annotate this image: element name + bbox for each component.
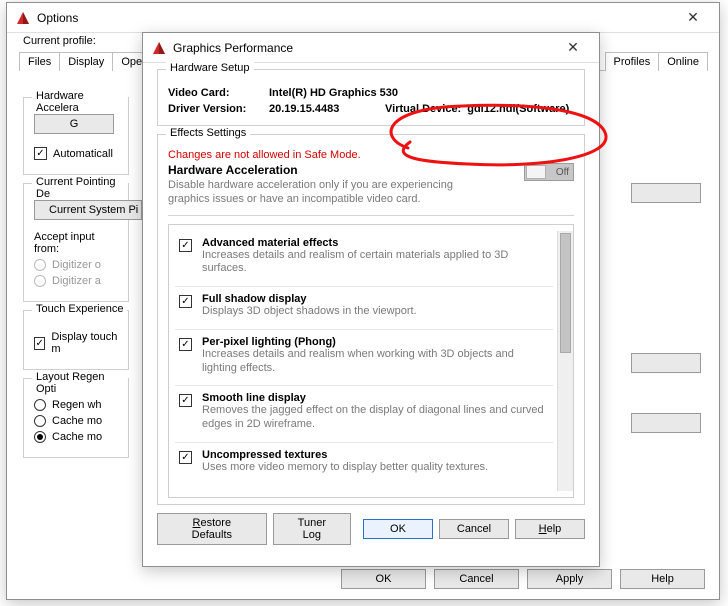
hwaccel-toggle[interactable]: Off xyxy=(524,163,574,181)
group-touch: Touch Experience ✓Display touch m xyxy=(23,310,129,370)
options-button-row: OK Cancel Apply Help xyxy=(341,569,705,589)
virtual-device-value: gdi12.hdi(Software) xyxy=(467,103,569,115)
effect-checkbox[interactable]: ✓ xyxy=(179,239,192,252)
effect-checkbox[interactable]: ✓ xyxy=(179,338,192,351)
virtual-device-label: Virtual Device: xyxy=(385,103,461,115)
effect-item: ✓ Full shadow displayDisplays 3D object s… xyxy=(175,287,553,330)
radio-cache-2[interactable]: Cache mo xyxy=(34,431,118,443)
effect-item: ✓ Per-pixel lighting (Phong)Increases det… xyxy=(175,330,553,387)
hardware-setup-group: Hardware Setup Video Card: Intel(R) HD G… xyxy=(157,69,585,126)
effect-title: Advanced material effects xyxy=(202,237,547,249)
options-close-button[interactable]: ✕ xyxy=(673,4,713,32)
effect-title: Smooth line display xyxy=(202,392,547,404)
options-cancel-button[interactable]: Cancel xyxy=(434,569,519,589)
effect-title: Per-pixel lighting (Phong) xyxy=(202,336,547,348)
graphics-performance-dialog: Graphics Performance ✕ Hardware Setup Vi… xyxy=(142,32,600,567)
app-icon xyxy=(151,40,167,56)
tuner-log-button[interactable]: Tuner Log xyxy=(273,513,351,545)
gfx-title: Graphics Performance xyxy=(173,41,293,55)
effects-settings-group: Effects Settings Changes are not allowed… xyxy=(157,134,585,505)
effect-checkbox[interactable]: ✓ xyxy=(179,295,192,308)
radio-digitizer-1: Digitizer o xyxy=(34,259,118,271)
touch-check[interactable]: ✓Display touch m xyxy=(34,331,118,355)
hwaccel-button[interactable]: G xyxy=(34,114,114,134)
effect-description: Displays 3D object shadows in the viewpo… xyxy=(202,305,417,319)
group-hwaccel: Hardware Accelera G ✓Automaticall xyxy=(23,97,129,175)
driver-version-label: Driver Version: xyxy=(168,103,263,115)
group-pointing-legend: Current Pointing De xyxy=(32,176,128,200)
radio-digitizer-2: Digitizer a xyxy=(34,275,118,287)
current-profile-label: Current profile: xyxy=(23,35,96,47)
group-layout-legend: Layout Regen Opti xyxy=(32,371,128,395)
hwaccel-description: Disable hardware acceleration only if yo… xyxy=(168,179,488,207)
options-title: Options xyxy=(37,11,78,25)
obscured-button-1[interactable] xyxy=(631,183,701,203)
tab-files[interactable]: Files xyxy=(19,52,60,71)
gfx-help-label: elp xyxy=(547,523,562,535)
driver-version-value: 20.19.15.4483 xyxy=(269,103,379,115)
group-hwaccel-legend: Hardware Accelera xyxy=(32,90,128,114)
auto-check[interactable]: ✓Automaticall xyxy=(34,147,118,160)
group-touch-legend: Touch Experience xyxy=(32,303,127,315)
options-apply-button[interactable]: Apply xyxy=(527,569,612,589)
effect-item: ✓ Advanced material effectsIncreases deta… xyxy=(175,231,553,288)
tab-online[interactable]: Online xyxy=(658,52,708,71)
effect-item: ✓ Smooth line displayRemoves the jagged e… xyxy=(175,386,553,443)
tab-display[interactable]: Display xyxy=(59,52,113,71)
restore-defaults-button[interactable]: Restore Defaults xyxy=(157,513,267,545)
options-ok-button[interactable]: OK xyxy=(341,569,426,589)
group-layout: Layout Regen Opti Regen wh Cache mo Cach… xyxy=(23,378,129,458)
group-pointing: Current Pointing De Current System Pi Ac… xyxy=(23,183,129,302)
accept-input-label: Accept input from: xyxy=(34,231,118,255)
video-card-label: Video Card: xyxy=(168,87,263,99)
scrollbar-thumb[interactable] xyxy=(560,233,571,353)
pointing-button[interactable]: Current System Pi xyxy=(34,200,142,220)
hardware-setup-legend: Hardware Setup xyxy=(166,62,254,74)
effect-description: Increases details and realism when worki… xyxy=(202,348,547,376)
effects-scrollbar[interactable] xyxy=(557,231,573,491)
options-help-button[interactable]: Help xyxy=(620,569,705,589)
safe-mode-warning: Changes are not allowed in Safe Mode. xyxy=(168,149,574,161)
gfx-titlebar: Graphics Performance ✕ xyxy=(143,33,599,63)
obscured-button-2[interactable] xyxy=(631,353,701,373)
radio-cache-1[interactable]: Cache mo xyxy=(34,415,118,427)
radio-regen[interactable]: Regen wh xyxy=(34,399,118,411)
gfx-close-button[interactable]: ✕ xyxy=(553,34,593,62)
effect-title: Uncompressed textures xyxy=(202,449,488,461)
options-titlebar: Options ✕ xyxy=(7,3,719,33)
video-card-value: Intel(R) HD Graphics 530 xyxy=(269,87,398,99)
effect-checkbox[interactable]: ✓ xyxy=(179,394,192,407)
obscured-button-3[interactable] xyxy=(631,413,701,433)
effect-description: Removes the jagged effect on the display… xyxy=(202,404,547,432)
toggle-label: Off xyxy=(556,167,569,178)
effect-item: ✓ Uncompressed texturesUses more video me… xyxy=(175,443,553,485)
tab-profiles[interactable]: Profiles xyxy=(605,52,660,71)
effects-list: ✓Advanced material effectsIncreases deta… xyxy=(175,231,553,491)
effects-list-container: ✓Advanced material effectsIncreases deta… xyxy=(168,224,574,498)
effect-description: Increases details and realism of certain… xyxy=(202,249,547,277)
gfx-button-row: Restore Defaults Tuner Log OK Cancel Hel… xyxy=(157,513,585,545)
effect-description: Uses more video memory to display better… xyxy=(202,461,488,475)
hwaccel-title: Hardware Acceleration xyxy=(168,163,524,177)
gfx-help-button[interactable]: Help xyxy=(515,519,585,539)
effect-checkbox[interactable]: ✓ xyxy=(179,451,192,464)
effect-title: Full shadow display xyxy=(202,293,417,305)
effects-legend: Effects Settings xyxy=(166,127,250,139)
gfx-cancel-button[interactable]: Cancel xyxy=(439,519,509,539)
app-icon xyxy=(15,10,31,26)
gfx-ok-button[interactable]: OK xyxy=(363,519,433,539)
